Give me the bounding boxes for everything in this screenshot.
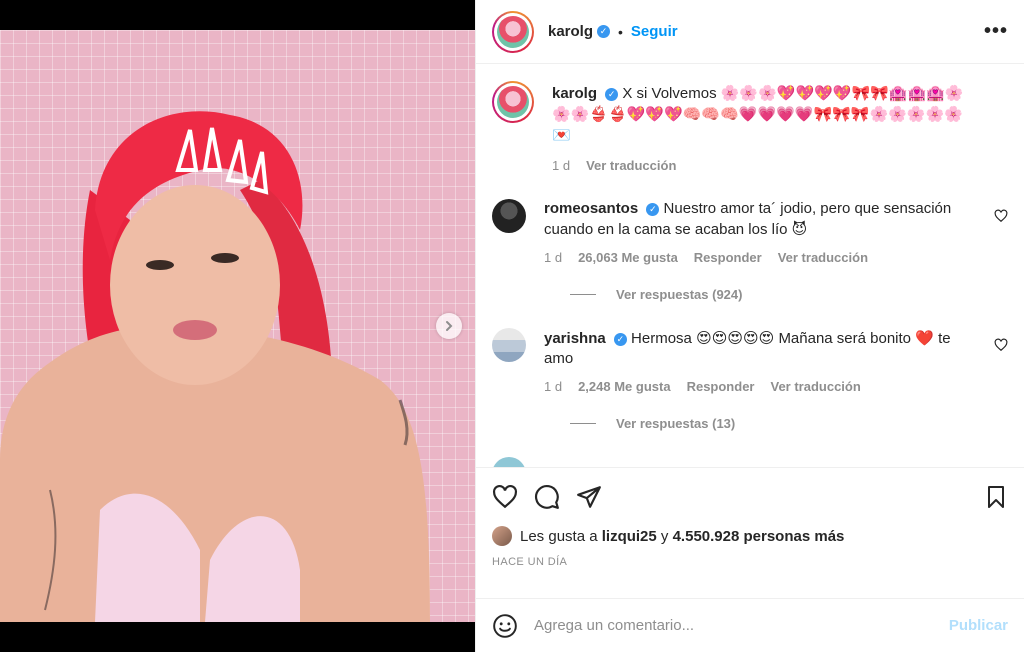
- more-options-icon[interactable]: •••: [984, 20, 1008, 43]
- likes-count[interactable]: 4.550.928 personas más: [673, 528, 845, 545]
- likes-prefix: Les gusta a: [520, 527, 598, 545]
- comment-text: Hermosa: [631, 330, 692, 347]
- carousel-next-button[interactable]: [436, 313, 462, 339]
- caption: karolg ✓ X si Volvemos 🌸🌸🌸💖💖💖💖🎀🎀🏩🏩🏩🌸🌸🌸👙👙…: [492, 81, 1008, 173]
- follow-button[interactable]: Seguir: [631, 23, 678, 40]
- likes-summary[interactable]: Les gusta a lizqui25 y 4.550.928 persona…: [492, 526, 1008, 546]
- post-time-ago[interactable]: HACE UN DÍA: [492, 556, 1008, 568]
- photo-illustration: [0, 111, 430, 622]
- view-replies-label: Ver respuestas (13): [616, 416, 736, 431]
- comment-item-partial: [492, 457, 1008, 467]
- comment-item: yarishna ✓ Hermosa 😍😍😍😍😍 Mañana será bon…: [492, 328, 1008, 394]
- likes-joiner: y: [660, 527, 669, 545]
- view-replies-label: Ver respuestas (924): [616, 287, 743, 302]
- comment-bubble-icon[interactable]: [534, 484, 560, 510]
- post-side-panel: karolg ✓ • Seguir ••• karolg ✓ X si Volv…: [475, 0, 1024, 652]
- comment-text: Mañana será bonito: [778, 330, 912, 347]
- liker-avatar: [492, 526, 512, 546]
- separator-dot: •: [618, 23, 623, 40]
- comment-username[interactable]: romeosantos: [544, 200, 638, 217]
- comment-emoji: 😈: [791, 220, 808, 238]
- caption-time[interactable]: 1 d: [552, 158, 570, 173]
- chevron-right-icon: [446, 321, 453, 331]
- commenter-avatar[interactable]: [492, 199, 526, 233]
- post-photo[interactable]: [0, 30, 475, 622]
- emoji-smiley-icon[interactable]: [492, 613, 518, 639]
- verified-badge-icon: ✓: [605, 87, 619, 101]
- author-username[interactable]: karolg: [548, 23, 593, 40]
- commenter-avatar[interactable]: [492, 328, 526, 362]
- caption-username[interactable]: karolg: [552, 85, 597, 102]
- author-avatar[interactable]: [492, 10, 534, 53]
- reply-button[interactable]: Responder: [694, 250, 762, 265]
- translate-link[interactable]: Ver traducción: [778, 250, 868, 265]
- caption-avatar[interactable]: [492, 81, 534, 123]
- caption-text: X si Volvemos: [622, 85, 717, 102]
- view-replies-button[interactable]: Ver respuestas (13): [570, 416, 1008, 431]
- post-actions: Les gusta a lizqui25 y 4.550.928 persona…: [476, 467, 1024, 568]
- reply-button[interactable]: Responder: [687, 379, 755, 394]
- post-media: [0, 0, 475, 652]
- commenter-avatar[interactable]: [492, 457, 526, 467]
- like-comment-heart-icon[interactable]: [994, 338, 1008, 352]
- verified-badge-icon: ✓: [646, 202, 660, 216]
- publish-button[interactable]: Publicar: [949, 617, 1008, 634]
- add-comment-bar: Publicar: [476, 598, 1024, 652]
- translate-link[interactable]: Ver traducción: [770, 379, 860, 394]
- comment-username[interactable]: yarishna: [544, 330, 606, 347]
- save-bookmark-icon[interactable]: [984, 484, 1008, 510]
- post-header: karolg ✓ • Seguir •••: [476, 0, 1024, 64]
- view-replies-button[interactable]: Ver respuestas (924): [570, 287, 1008, 302]
- comment-likes[interactable]: 26,063 Me gusta: [578, 250, 678, 265]
- comment-input[interactable]: [534, 617, 949, 634]
- caption-translate-link[interactable]: Ver traducción: [586, 158, 676, 173]
- like-comment-heart-icon[interactable]: [994, 209, 1008, 223]
- liker-username[interactable]: lizqui25: [602, 528, 657, 545]
- verified-badge-icon: ✓: [613, 332, 627, 346]
- comment-likes[interactable]: 2,248 Me gusta: [578, 379, 671, 394]
- share-paper-plane-icon[interactable]: [576, 484, 602, 510]
- verified-badge-icon: ✓: [597, 25, 611, 38]
- comment-emoji: 😍😍😍😍😍: [696, 329, 775, 347]
- comment-emoji: ❤️: [915, 329, 934, 347]
- comment-item: romeosantos ✓ Nuestro amor ta´ jodio, pe…: [492, 199, 1008, 265]
- comment-time[interactable]: 1 d: [544, 250, 562, 265]
- comments-list[interactable]: karolg ✓ X si Volvemos 🌸🌸🌸💖💖💖💖🎀🎀🏩🏩🏩🌸🌸🌸👙👙…: [476, 65, 1024, 467]
- like-heart-icon[interactable]: [492, 484, 518, 510]
- comment-time[interactable]: 1 d: [544, 379, 562, 394]
